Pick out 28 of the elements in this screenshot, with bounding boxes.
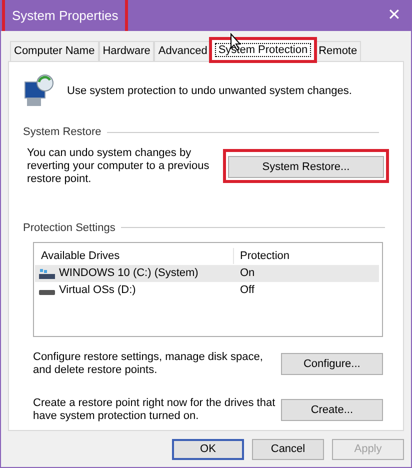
tab[interactable]: Advanced [154, 41, 212, 61]
tab[interactable]: Hardware [98, 41, 154, 61]
section-heading: System Restore [23, 125, 102, 140]
system-restore-text: You can undo system changes by reverting your computer to a previous restore point. [27, 146, 210, 186]
close-button[interactable]: ✕ [379, 2, 409, 30]
column-header: Protection [239, 248, 290, 264]
action-description: Create a restore point right now for the drives that have system protection turned on. [33, 397, 276, 423]
drive-name: Virtual OSs (D:) [59, 283, 136, 298]
intro-text: Use system protection to undo unwanted system changes. [67, 84, 352, 99]
window-title: System Properties [12, 8, 118, 23]
action-button[interactable]: Create... [280, 399, 383, 421]
protection-status: On [239, 266, 255, 282]
drive-row[interactable]: Virtual OSs (D:) Off [35, 282, 379, 299]
drive-name: WINDOWS 10 (C:) (System) [59, 266, 198, 282]
tab[interactable]: Computer Name [10, 41, 99, 61]
tab[interactable]: System Protection [211, 39, 315, 61]
drive-icon [38, 268, 56, 280]
tab[interactable]: Remote [314, 41, 362, 61]
column-header: Available Drives [35, 248, 234, 264]
computer-shield-icon [23, 74, 55, 108]
protection-status: Off [239, 283, 254, 298]
system-restore-button[interactable]: System Restore... [228, 156, 384, 178]
section-heading: Protection Settings [23, 220, 116, 236]
action-description: Configure restore settings, manage disk space, and delete restore points. [33, 351, 264, 377]
dialog-button[interactable]: OK [172, 439, 244, 460]
dialog-button[interactable]: Cancel [252, 439, 324, 460]
action-button[interactable]: Configure... [280, 353, 383, 375]
drive-row[interactable]: WINDOWS 10 (C:) (System) On [35, 265, 379, 282]
